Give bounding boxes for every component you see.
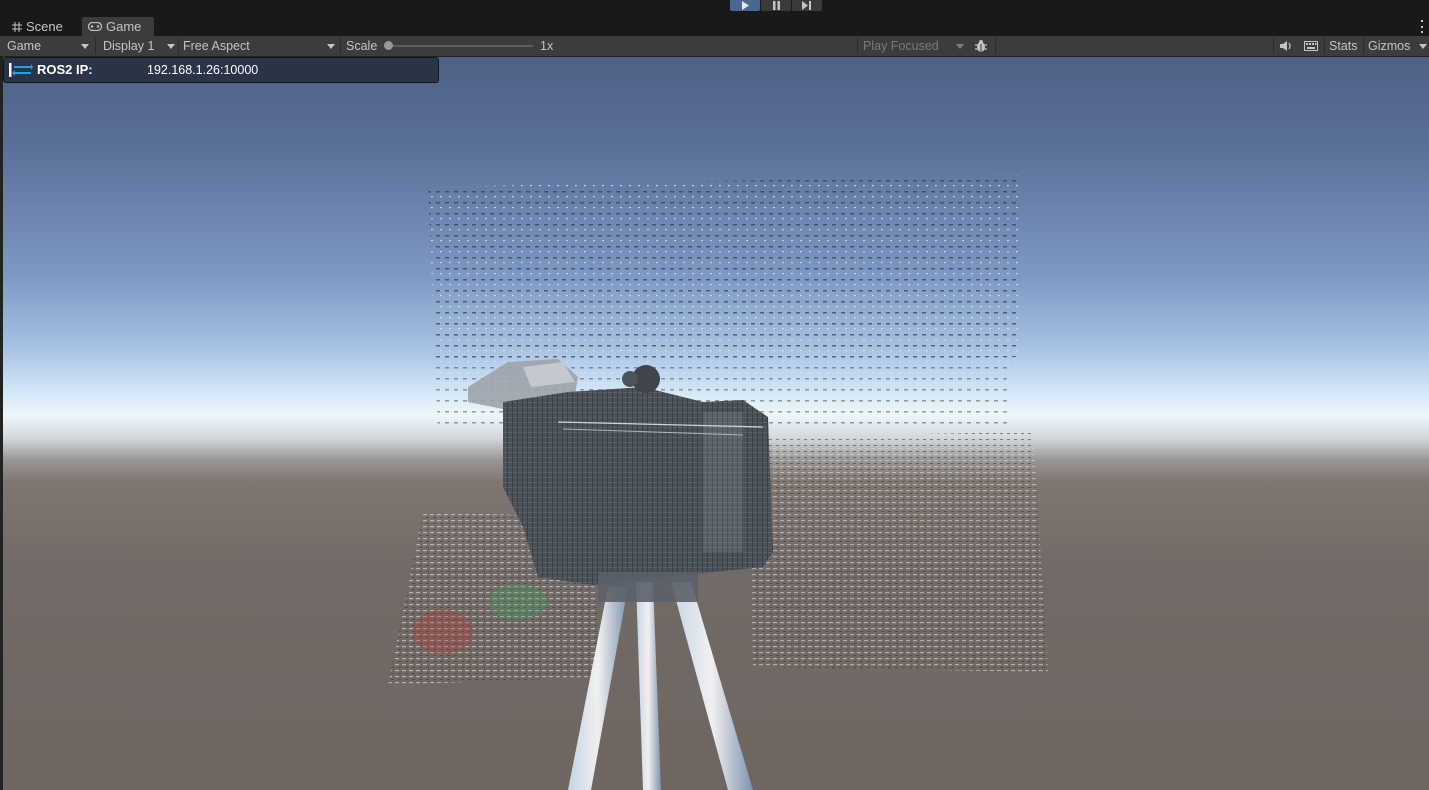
tripod-leg-right <box>671 582 753 790</box>
editor-tab-strip: Scene Game <box>0 17 1429 36</box>
chevron-down-icon <box>327 44 335 49</box>
frame-debugger-button[interactable] <box>974 36 990 56</box>
pause-icon <box>772 1 780 10</box>
ros2-ip-value: 192.168.1.26:10000 <box>147 63 259 77</box>
display-dropdown[interactable]: Display 1 <box>103 36 175 56</box>
scale-slider-handle[interactable] <box>384 41 393 50</box>
shortcuts-button[interactable] <box>1304 36 1320 56</box>
gamepad-icon <box>88 22 102 31</box>
divider <box>1324 38 1325 54</box>
divider <box>95 38 96 54</box>
aspect-value: Free Aspect <box>183 39 250 53</box>
grid-icon <box>12 21 22 32</box>
point-cloud-wall-upper <box>428 175 1018 362</box>
step-icon <box>802 1 811 10</box>
divider <box>340 38 341 54</box>
red-point-cluster <box>413 610 473 654</box>
view-mode-dropdown[interactable]: Game <box>7 36 93 56</box>
chevron-down-icon <box>167 44 175 49</box>
speaker-icon <box>1280 41 1291 51</box>
tab-game-label: Game <box>106 19 142 34</box>
window-menu-icon[interactable] <box>1421 20 1424 33</box>
play-mode-dropdown[interactable]: Play Focused <box>863 36 968 56</box>
chevron-down-icon <box>81 44 89 49</box>
divider <box>1273 38 1274 54</box>
play-button[interactable] <box>730 0 760 11</box>
game-viewport[interactable] <box>3 57 1429 790</box>
gizmos-button[interactable]: Gizmos <box>1368 36 1410 56</box>
pause-button[interactable] <box>761 0 791 11</box>
ros-connection-arrows-icon <box>9 63 33 77</box>
bug-icon <box>975 40 987 52</box>
chevron-down-icon <box>956 44 964 49</box>
tripod-head-voxels <box>598 572 698 602</box>
scale-value: 1x <box>540 39 554 53</box>
play-controls <box>730 0 823 11</box>
view-mode-value: Game <box>7 39 42 53</box>
divider <box>178 38 179 54</box>
green-point-cluster <box>488 584 548 620</box>
tab-scene[interactable]: Scene <box>6 17 80 36</box>
aspect-dropdown[interactable]: Free Aspect <box>183 36 337 56</box>
point-cloud-floor-right <box>748 432 1048 672</box>
mute-audio-button[interactable] <box>1279 36 1295 56</box>
divider <box>1363 38 1364 54</box>
keyboard-icon <box>1304 41 1318 51</box>
gizmos-chevron-down-icon[interactable] <box>1419 44 1427 49</box>
tripod-leg-center <box>636 582 661 790</box>
tab-game[interactable]: Game <box>82 17 154 36</box>
ros2-ip-label: ROS2 IP: <box>37 62 93 77</box>
ros2-connection-hud: ROS2 IP: 192.168.1.26:10000 <box>3 57 439 83</box>
step-button[interactable] <box>792 0 822 11</box>
unity-editor-game-window: Scene Game Game Display 1 Free Aspect Sc… <box>0 0 1429 790</box>
stats-button[interactable]: Stats <box>1329 36 1358 56</box>
point-cloud-render <box>388 175 1048 790</box>
play-icon <box>741 1 749 10</box>
play-mode-value: Play Focused <box>863 39 939 53</box>
game-view-toolbar: Game Display 1 Free Aspect Scale 1x Play… <box>0 36 1429 57</box>
display-value: Display 1 <box>103 39 155 53</box>
scale-label: Scale <box>346 39 378 53</box>
tab-scene-label: Scene <box>26 19 63 34</box>
play-mode-bar <box>0 0 1429 17</box>
scale-slider-track[interactable] <box>387 45 533 47</box>
divider <box>995 38 996 54</box>
divider <box>857 38 858 54</box>
